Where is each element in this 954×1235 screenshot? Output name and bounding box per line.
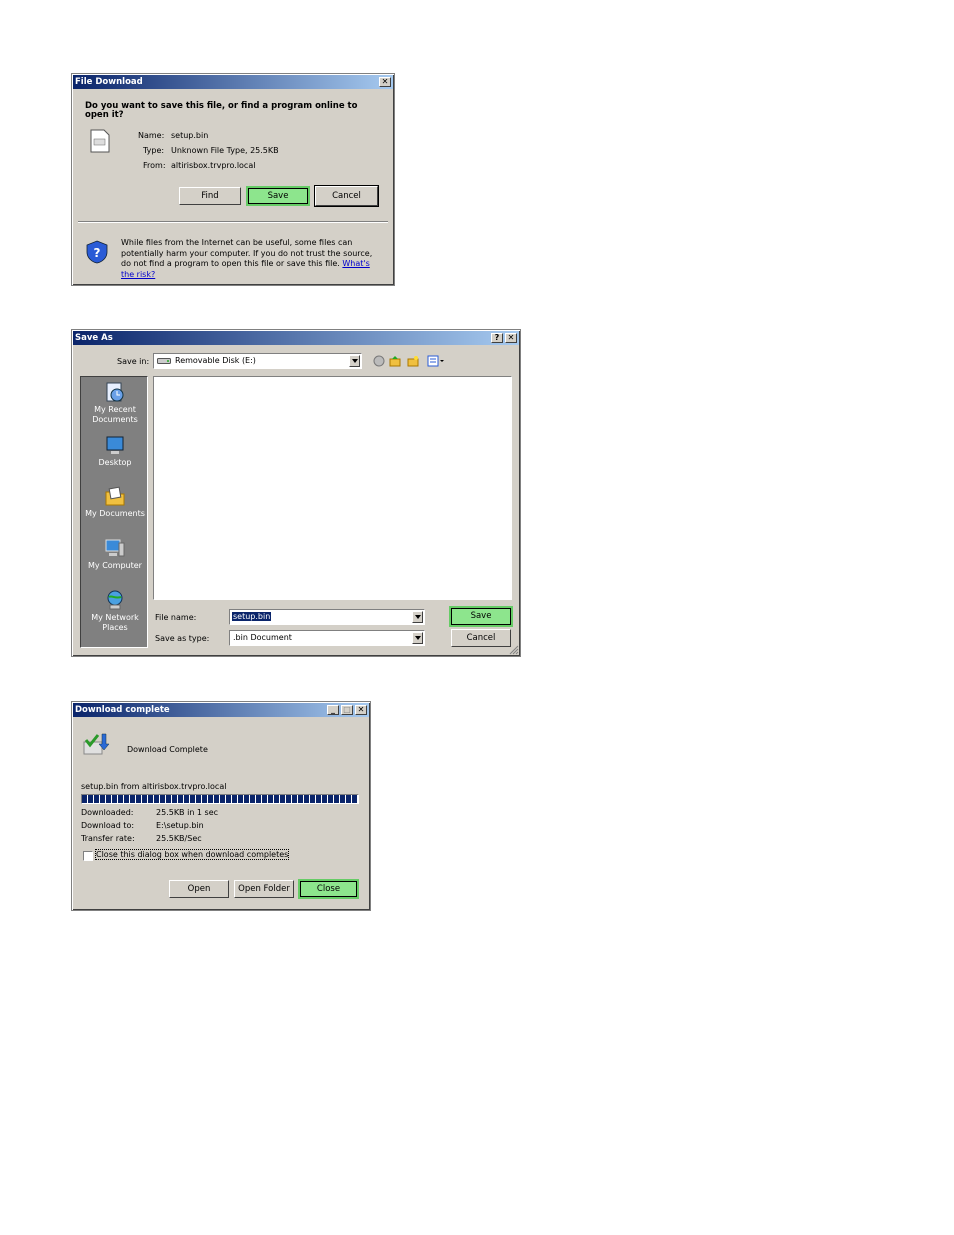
download-complete-title: Download complete [75,705,170,715]
desktop-icon [106,436,124,454]
file-list[interactable] [153,376,512,600]
progress-fill [82,795,358,803]
find-button[interactable]: Find [179,187,241,205]
open-button[interactable]: Open [169,880,229,898]
cancel-button[interactable]: Cancel [314,185,379,207]
close-button[interactable]: ✕ [379,77,391,87]
download-to-value: E:\setup.bin [156,821,204,830]
close-button[interactable]: ✕ [355,705,367,715]
close-button[interactable]: ✕ [505,333,517,343]
shield-icon: ? [86,240,108,264]
my-computer-icon [105,539,125,557]
place-my-documents[interactable]: My Documents [81,485,149,519]
save-in-value: Removable Disk (E:) [175,356,256,365]
up-folder-icon[interactable] [389,355,401,367]
minimize-button[interactable]: _ [327,705,339,715]
download-complete-heading: Download Complete [127,745,208,754]
place-label: My Documents [85,509,145,518]
type-value: Unknown File Type, 25.5KB [171,146,279,155]
open-folder-button[interactable]: Open Folder [234,880,294,898]
from-value: altirisbox.trvpro.local [171,161,256,170]
place-label: My Recent Documents [92,405,138,424]
recent-documents-icon [106,382,124,402]
svg-text:?: ? [94,246,101,260]
back-icon[interactable] [373,355,385,367]
file-download-titlebar: File Download ✕ [73,75,393,89]
close-when-complete-checkbox[interactable] [83,851,93,861]
download-source: setup.bin from altirisbox.trvpro.local [81,782,227,791]
download-complete-dialog: Download complete _ □ ✕ Download Complet… [71,701,371,911]
transfer-rate-value: 25.5KB/Sec [156,834,202,843]
place-label: My Computer [88,561,142,570]
download-complete-icon [83,733,110,755]
downloaded-value: 25.5KB in 1 sec [156,808,219,817]
save-as-type-label: Save as type: [155,634,210,643]
download-question: Do you want to save this file, or find a… [85,101,358,120]
place-desktop[interactable]: Desktop [81,434,149,468]
save-button[interactable]: Save [246,186,310,206]
file-name-label: File name: [155,613,197,622]
close-when-complete-label[interactable]: Close this dialog box when download comp… [94,849,290,860]
save-in-label: Save in: [117,357,150,366]
places-bar: My Recent Documents Desktop My Documents… [80,376,148,648]
transfer-rate-label: Transfer rate: [81,834,135,843]
my-documents-icon [105,486,125,506]
help-button[interactable]: ? [491,333,503,343]
chevron-down-icon[interactable] [349,355,360,367]
chevron-down-icon[interactable] [412,632,423,644]
from-label: From: [143,161,166,170]
place-label: My Network Places [91,613,139,632]
cancel-button[interactable]: Cancel [451,629,511,647]
resize-grip-icon[interactable] [509,645,519,655]
save-button[interactable]: Save [449,606,513,627]
place-my-recent-documents[interactable]: My Recent Documents [81,381,149,425]
drive-icon [157,358,171,364]
chevron-down-icon[interactable] [412,611,423,623]
save-as-dialog: Save As ? ✕ Save in: Removable Disk (E:)… [71,329,521,657]
file-download-dialog: File Download ✕ Do you want to save this… [71,73,395,286]
toolbar [373,355,453,369]
file-name-value: setup.bin [232,612,272,621]
file-download-title: File Download [75,77,143,87]
name-label: Name: [138,131,165,140]
warning-text: While files from the Internet can be use… [121,238,373,268]
type-label: Type: [143,146,165,155]
divider [78,221,388,223]
maximize-button[interactable]: □ [341,705,353,715]
new-folder-icon[interactable] [407,355,419,367]
download-to-label: Download to: [81,821,135,830]
security-warning: While files from the Internet can be use… [121,238,381,280]
file-icon [90,129,110,153]
save-as-type-value: .bin Document [233,633,292,642]
save-as-title: Save As [75,333,113,343]
network-places-icon [107,590,123,610]
save-as-type-select[interactable]: .bin Document [229,630,425,646]
download-progress-bar [81,794,359,804]
save-in-combo[interactable]: Removable Disk (E:) [153,353,362,369]
name-value: setup.bin [171,131,209,140]
downloaded-label: Downloaded: [81,808,134,817]
place-label: Desktop [98,458,132,467]
views-menu-icon[interactable] [427,355,445,367]
save-as-titlebar: Save As ? ✕ [73,331,519,345]
download-complete-titlebar: Download complete _ □ ✕ [73,703,369,717]
file-name-input[interactable]: setup.bin [229,609,425,625]
close-button[interactable]: Close [298,879,359,899]
place-my-network-places[interactable]: My Network Places [81,589,149,633]
place-my-computer[interactable]: My Computer [81,537,149,571]
